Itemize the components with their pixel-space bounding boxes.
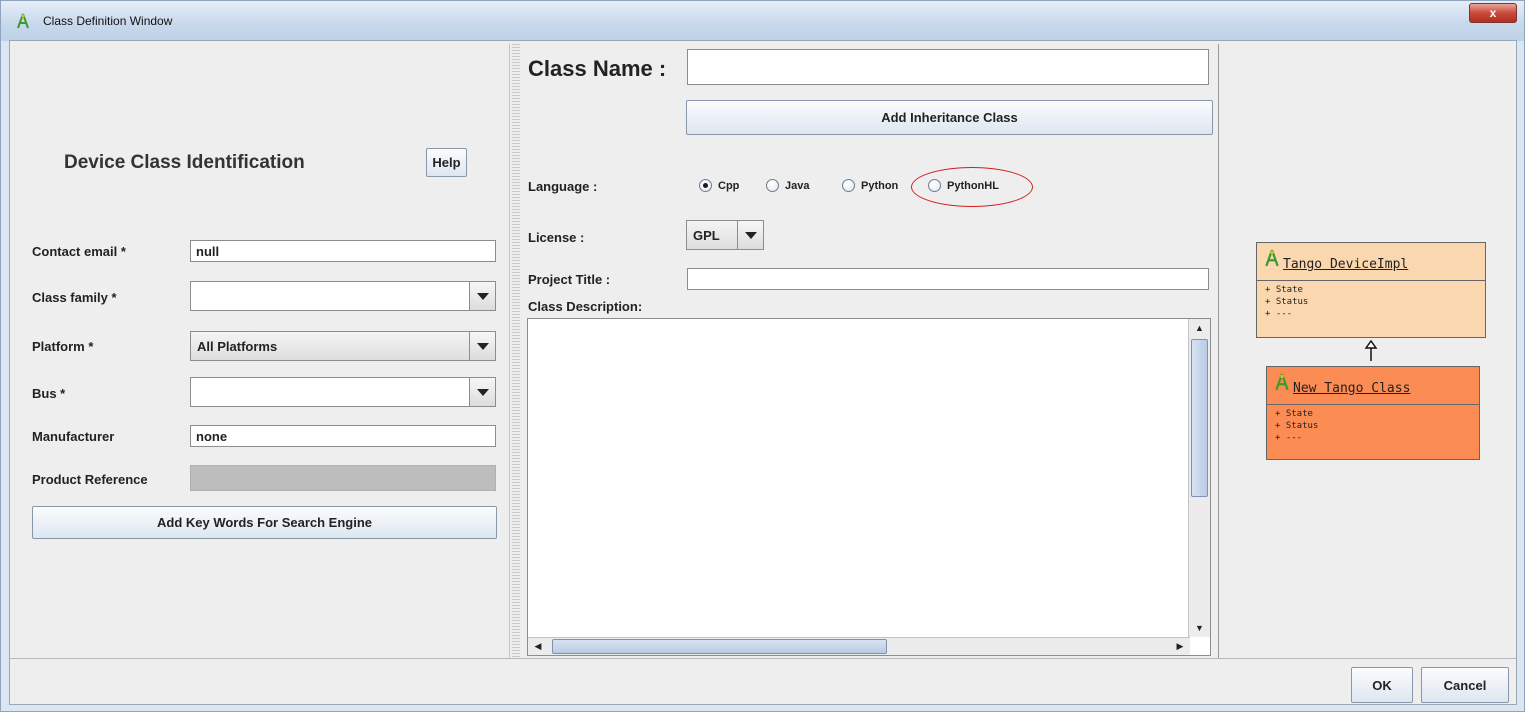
platform-label: Platform * [32,339,94,354]
chevron-down-icon[interactable] [469,332,495,360]
scroll-down-icon[interactable]: ▼ [1189,619,1210,637]
help-button[interactable]: Help [426,148,467,177]
scroll-left-icon[interactable]: ◀ [528,638,548,655]
uml-class-name: New Tango Class [1293,381,1411,396]
class-family-label: Class family * [32,290,117,305]
uml-attributes: + State + Status + --- [1267,405,1479,444]
vertical-scrollbar[interactable]: ▲ ▼ [1188,319,1210,637]
highlight-annotation [911,167,1033,207]
class-family-select[interactable] [190,281,496,311]
uml-attribute: + State [1265,285,1303,295]
language-label: Language : [528,179,598,194]
product-reference-label: Product Reference [32,472,148,487]
product-reference-field [190,465,496,491]
scroll-right-icon[interactable]: ▶ [1170,638,1190,655]
manufacturer-field[interactable]: none [190,425,496,447]
window-title: Class Definition Window [43,14,173,28]
platform-value: All Platforms [197,339,278,354]
horizontal-scrollbar[interactable]: ◀ ▶ [528,637,1190,655]
tango-logo-icon [17,13,29,29]
horizontal-scroll-thumb[interactable] [552,639,887,654]
uml-attribute: + --- [1275,433,1303,443]
language-option-label: Cpp [718,179,740,192]
uml-parent-class-box[interactable]: Tango DeviceImpl + State + Status + --- [1256,242,1486,338]
chevron-down-icon[interactable] [737,221,763,249]
language-option-cpp[interactable]: Cpp [699,179,739,192]
tango-logo-icon [1265,249,1279,267]
bus-select[interactable] [190,377,496,407]
language-option-label: Java [785,179,810,192]
uml-class-header: New Tango Class [1267,367,1479,405]
close-button[interactable]: x [1469,3,1517,23]
uml-attributes: + State + Status + --- [1257,281,1485,320]
uml-new-class-box[interactable]: New Tango Class + State + Status + --- [1266,366,1480,460]
class-name-field[interactable] [687,49,1209,85]
add-keywords-button[interactable]: Add Key Words For Search Engine [32,506,497,539]
manufacturer-label: Manufacturer [32,429,115,444]
project-title-label: Project Title : [528,272,611,287]
radio-icon[interactable] [842,179,855,192]
radio-selected-icon[interactable] [699,179,712,192]
class-description-textarea[interactable]: ▲ ▼ ◀ ▶ [527,318,1211,656]
vertical-scroll-thumb[interactable] [1191,339,1208,497]
license-value: GPL [693,228,720,243]
project-title-field[interactable] [687,268,1209,290]
license-label: License : [528,230,585,245]
bus-label: Bus * [32,386,66,401]
uml-class-name: Tango DeviceImpl [1283,257,1409,272]
class-name-label: Class Name : [528,56,667,81]
language-option-label: Python [861,179,899,192]
language-option-python[interactable]: Python [842,179,898,192]
add-inheritance-class-button[interactable]: Add Inheritance Class [686,100,1213,135]
chevron-down-icon[interactable] [469,378,495,406]
language-option-java[interactable]: Java [766,179,809,192]
uml-class-header: Tango DeviceImpl [1257,243,1485,281]
split-pane-divider[interactable] [512,44,520,658]
ok-button[interactable]: OK [1351,667,1413,703]
uml-attribute: + --- [1265,309,1293,319]
radio-icon[interactable] [766,179,779,192]
device-class-identification-heading: Device Class Identification [64,152,305,173]
license-select[interactable]: GPL [686,220,764,250]
title-bar: Class Definition Window x [1,1,1524,41]
uml-attribute: + State [1275,409,1313,419]
tango-logo-icon [1275,373,1289,391]
scroll-up-icon[interactable]: ▲ [1189,319,1210,337]
cancel-button[interactable]: Cancel [1421,667,1509,703]
inheritance-arrow-icon [1364,339,1378,361]
contact-email-label: Contact email * [32,244,126,259]
chevron-down-icon[interactable] [469,282,495,310]
uml-attribute: + Status [1265,297,1309,307]
dialog-button-bar [10,658,1516,704]
contact-email-field[interactable]: null [190,240,496,262]
class-description-label: Class Description: [528,299,643,314]
platform-select[interactable]: All Platforms [190,331,496,361]
uml-attribute: + Status [1275,421,1319,431]
